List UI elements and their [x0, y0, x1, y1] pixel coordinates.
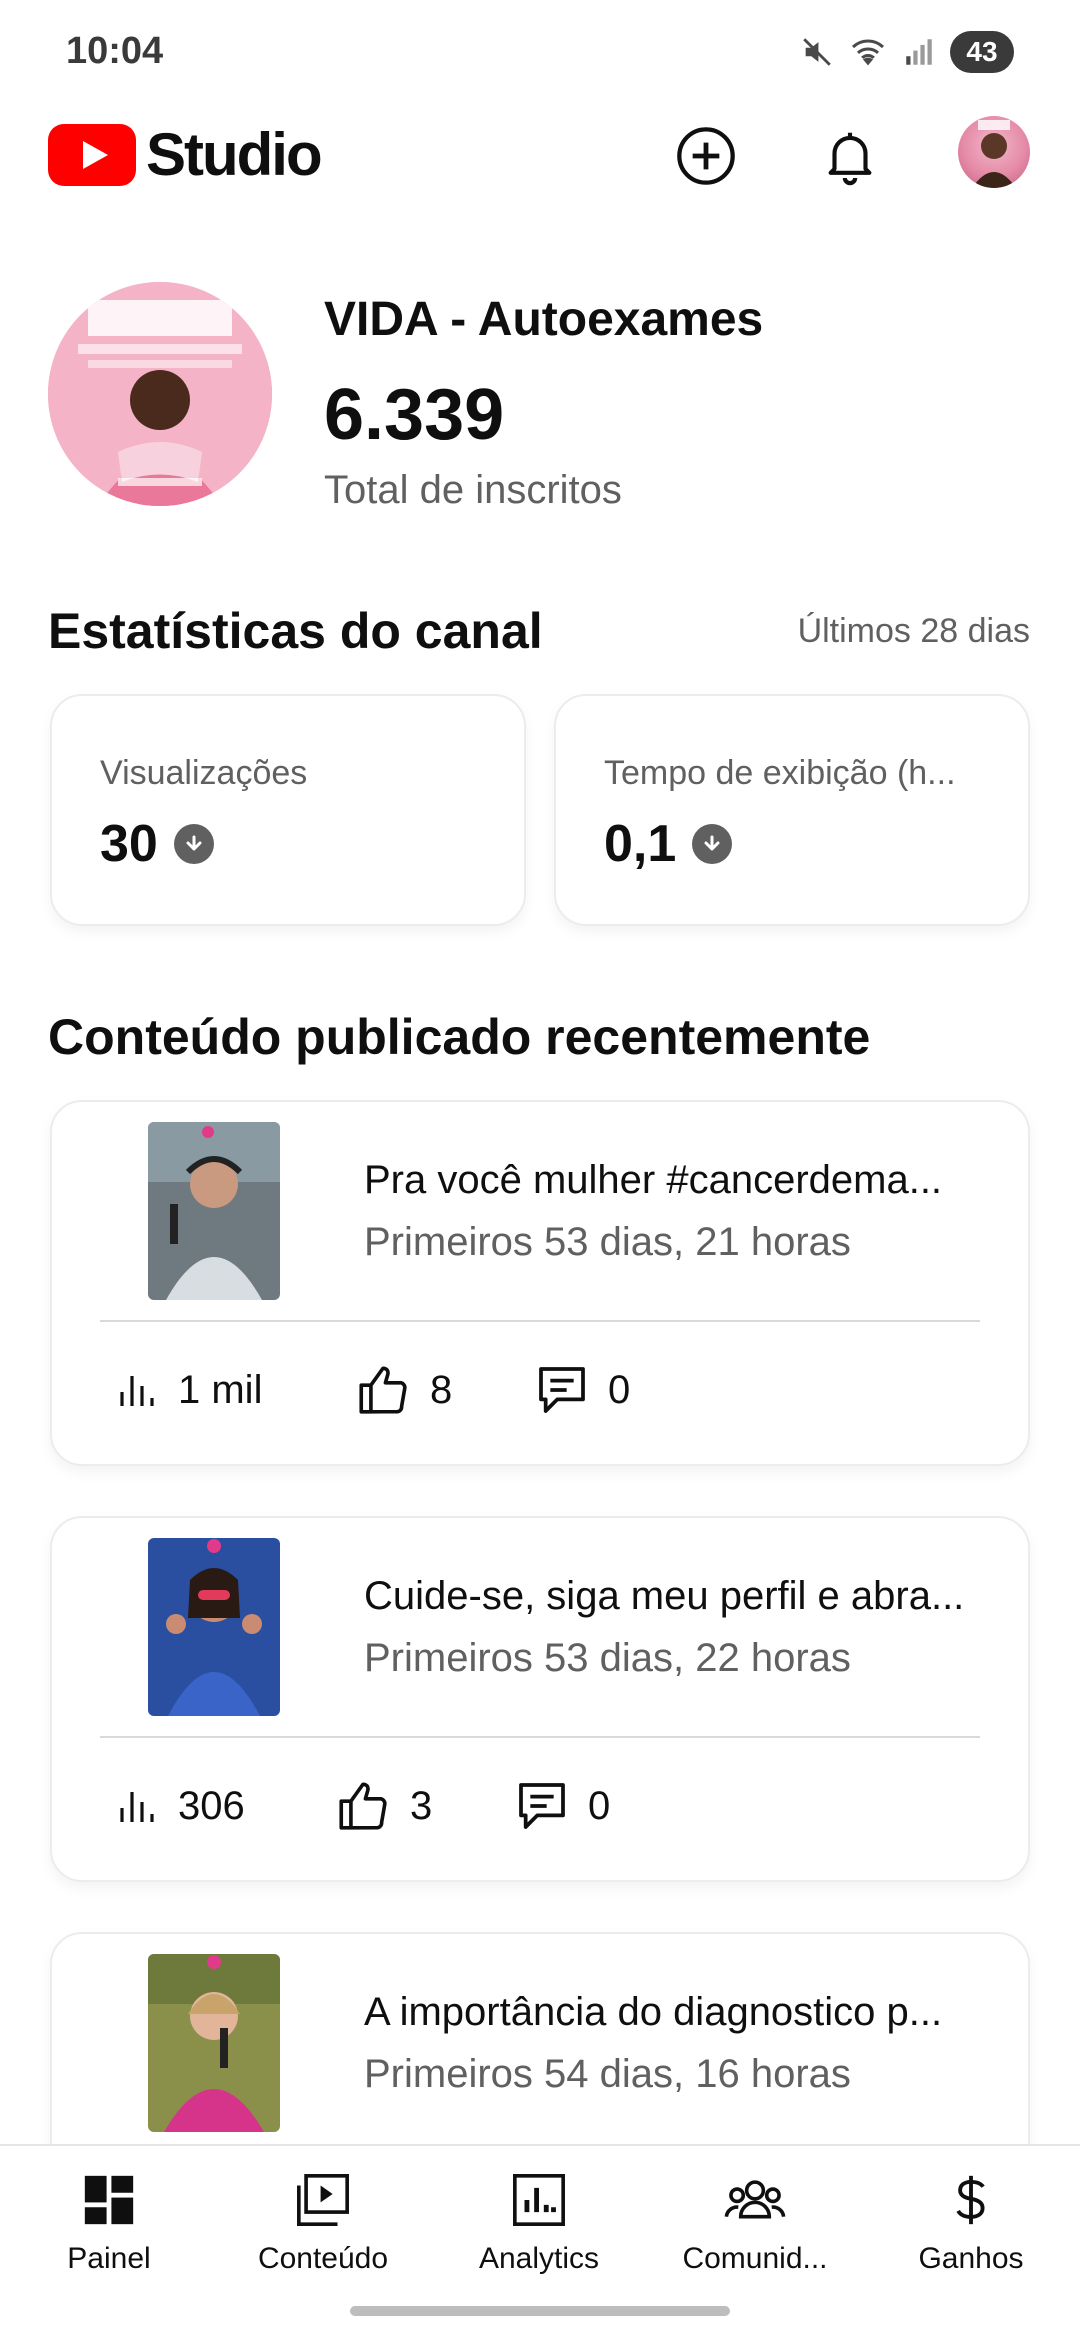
stat-label: Visualizações: [100, 754, 308, 792]
nav-item-conteudo[interactable]: Conteúdo: [223, 2168, 423, 2276]
thumbs-up-icon: [339, 1782, 387, 1830]
nav-item-comunidade[interactable]: Comunid...: [655, 2168, 855, 2276]
account-avatar[interactable]: [958, 116, 1030, 188]
video-title: Pra você mulher #cancerdema...: [364, 1158, 943, 1202]
video-thumbnail[interactable]: [148, 1538, 280, 1716]
nav-item-painel[interactable]: Painel: [9, 2168, 209, 2276]
views-icon: [120, 1376, 154, 1406]
stat-value-row: 0,1: [604, 814, 733, 874]
views-stat-card[interactable]: Visualizações 30: [50, 694, 526, 926]
home-indicator[interactable]: [350, 2306, 730, 2316]
stat-label: Tempo de exibição (h...: [604, 754, 956, 792]
nav-label: Ganhos: [918, 2242, 1024, 2275]
stats-period[interactable]: Últimos 28 dias: [798, 612, 1030, 651]
views-metric: 306: [112, 1776, 245, 1836]
video-title: Cuide-se, siga meu perfil e abra...: [364, 1574, 965, 1618]
studio-logo[interactable]: Studio: [48, 120, 323, 189]
comments-count: 0: [608, 1367, 631, 1412]
recent-content-title: Conteúdo publicado recentemente: [48, 1009, 871, 1065]
thumbs-up-icon: [359, 1366, 407, 1414]
video-card[interactable]: Pra você mulher #cancerdema... Primeiros…: [50, 1100, 1030, 1466]
stats-title: Estatísticas do canal: [48, 603, 543, 659]
signal-icon: [906, 39, 932, 65]
comments-metric: 0: [534, 1360, 630, 1420]
status-icons: 43: [800, 30, 1014, 74]
nav-label: Conteúdo: [257, 2242, 389, 2275]
create-icon: [677, 127, 735, 185]
views-count: 1 mil: [178, 1367, 263, 1412]
nav-item-analytics[interactable]: Analytics: [439, 2168, 639, 2276]
app-bar: Studio: [0, 110, 1080, 200]
likes-metric: 8: [354, 1360, 452, 1420]
battery-icon: 43: [950, 31, 1014, 73]
content-icon: [297, 2174, 349, 2226]
watchtime-stat-card[interactable]: Tempo de exibição (h... 0,1: [554, 694, 1030, 926]
nav-item-ganhos[interactable]: Ganhos: [871, 2168, 1071, 2276]
video-subtitle: Primeiros 54 dias, 16 horas: [364, 2052, 851, 2096]
likes-metric: 3: [334, 1776, 432, 1836]
video-subtitle: Primeiros 53 dias, 22 horas: [364, 1636, 851, 1680]
video-card[interactable]: Cuide-se, siga meu perfil e abra... Prim…: [50, 1516, 1030, 1882]
likes-count: 8: [430, 1367, 453, 1412]
divider: [100, 1736, 980, 1738]
subscriber-count: 6.339: [324, 375, 505, 455]
nav-label: Comunid...: [682, 2242, 828, 2275]
video-thumbnail[interactable]: [148, 1122, 280, 1300]
views-metric: 1 mil: [112, 1360, 262, 1420]
thumbnail-image-icon: [148, 1122, 280, 1300]
views-count: 306: [178, 1783, 245, 1828]
video-title: A importância do diagnostico p...: [364, 1990, 943, 2034]
comments-count: 0: [588, 1783, 611, 1828]
wifi-icon: [851, 39, 885, 66]
likes-count: 3: [410, 1783, 433, 1828]
comment-icon: [539, 1367, 585, 1413]
dashboard-icon: [84, 2175, 134, 2225]
create-button[interactable]: [668, 118, 744, 194]
thumbnail-image-icon: [148, 1954, 280, 2132]
divider: [100, 1320, 980, 1322]
thumbnail-image-icon: [148, 1538, 280, 1716]
channel-avatar[interactable]: [48, 282, 272, 506]
trend-down-icon: [173, 824, 214, 864]
analytics-icon: [513, 2174, 565, 2226]
trend-down-icon: [692, 824, 733, 864]
comment-icon: [519, 1783, 565, 1829]
channel-name: VIDA - Autoexames: [324, 293, 764, 346]
channel-avatar-image-icon: [48, 282, 272, 506]
video-thumbnail[interactable]: [148, 1954, 280, 2132]
dollar-icon: [956, 2175, 985, 2225]
status-bar: 10:04 43: [0, 0, 1080, 100]
status-time: 10:04: [66, 30, 164, 72]
mute-icon: [803, 38, 831, 66]
stat-value: 0,1: [604, 815, 677, 873]
youtube-logo-icon: [48, 123, 136, 186]
logo-text: Studio: [146, 121, 323, 188]
nav-label: Painel: [67, 2242, 151, 2275]
channel-header: VIDA - Autoexames 6.339 Total de inscrit…: [48, 282, 1032, 512]
stat-value-row: 30: [100, 814, 214, 874]
avatar-person-icon: [972, 120, 1016, 188]
nav-label: Analytics: [478, 2242, 600, 2275]
bell-icon: [828, 132, 872, 186]
subscriber-label: Total de inscritos: [324, 468, 622, 512]
views-icon: [120, 1792, 154, 1822]
notifications-button[interactable]: [812, 118, 888, 194]
stat-value: 30: [100, 815, 158, 873]
video-subtitle: Primeiros 53 dias, 21 horas: [364, 1220, 851, 1264]
comments-metric: 0: [514, 1776, 610, 1836]
community-icon: [724, 2180, 786, 2219]
